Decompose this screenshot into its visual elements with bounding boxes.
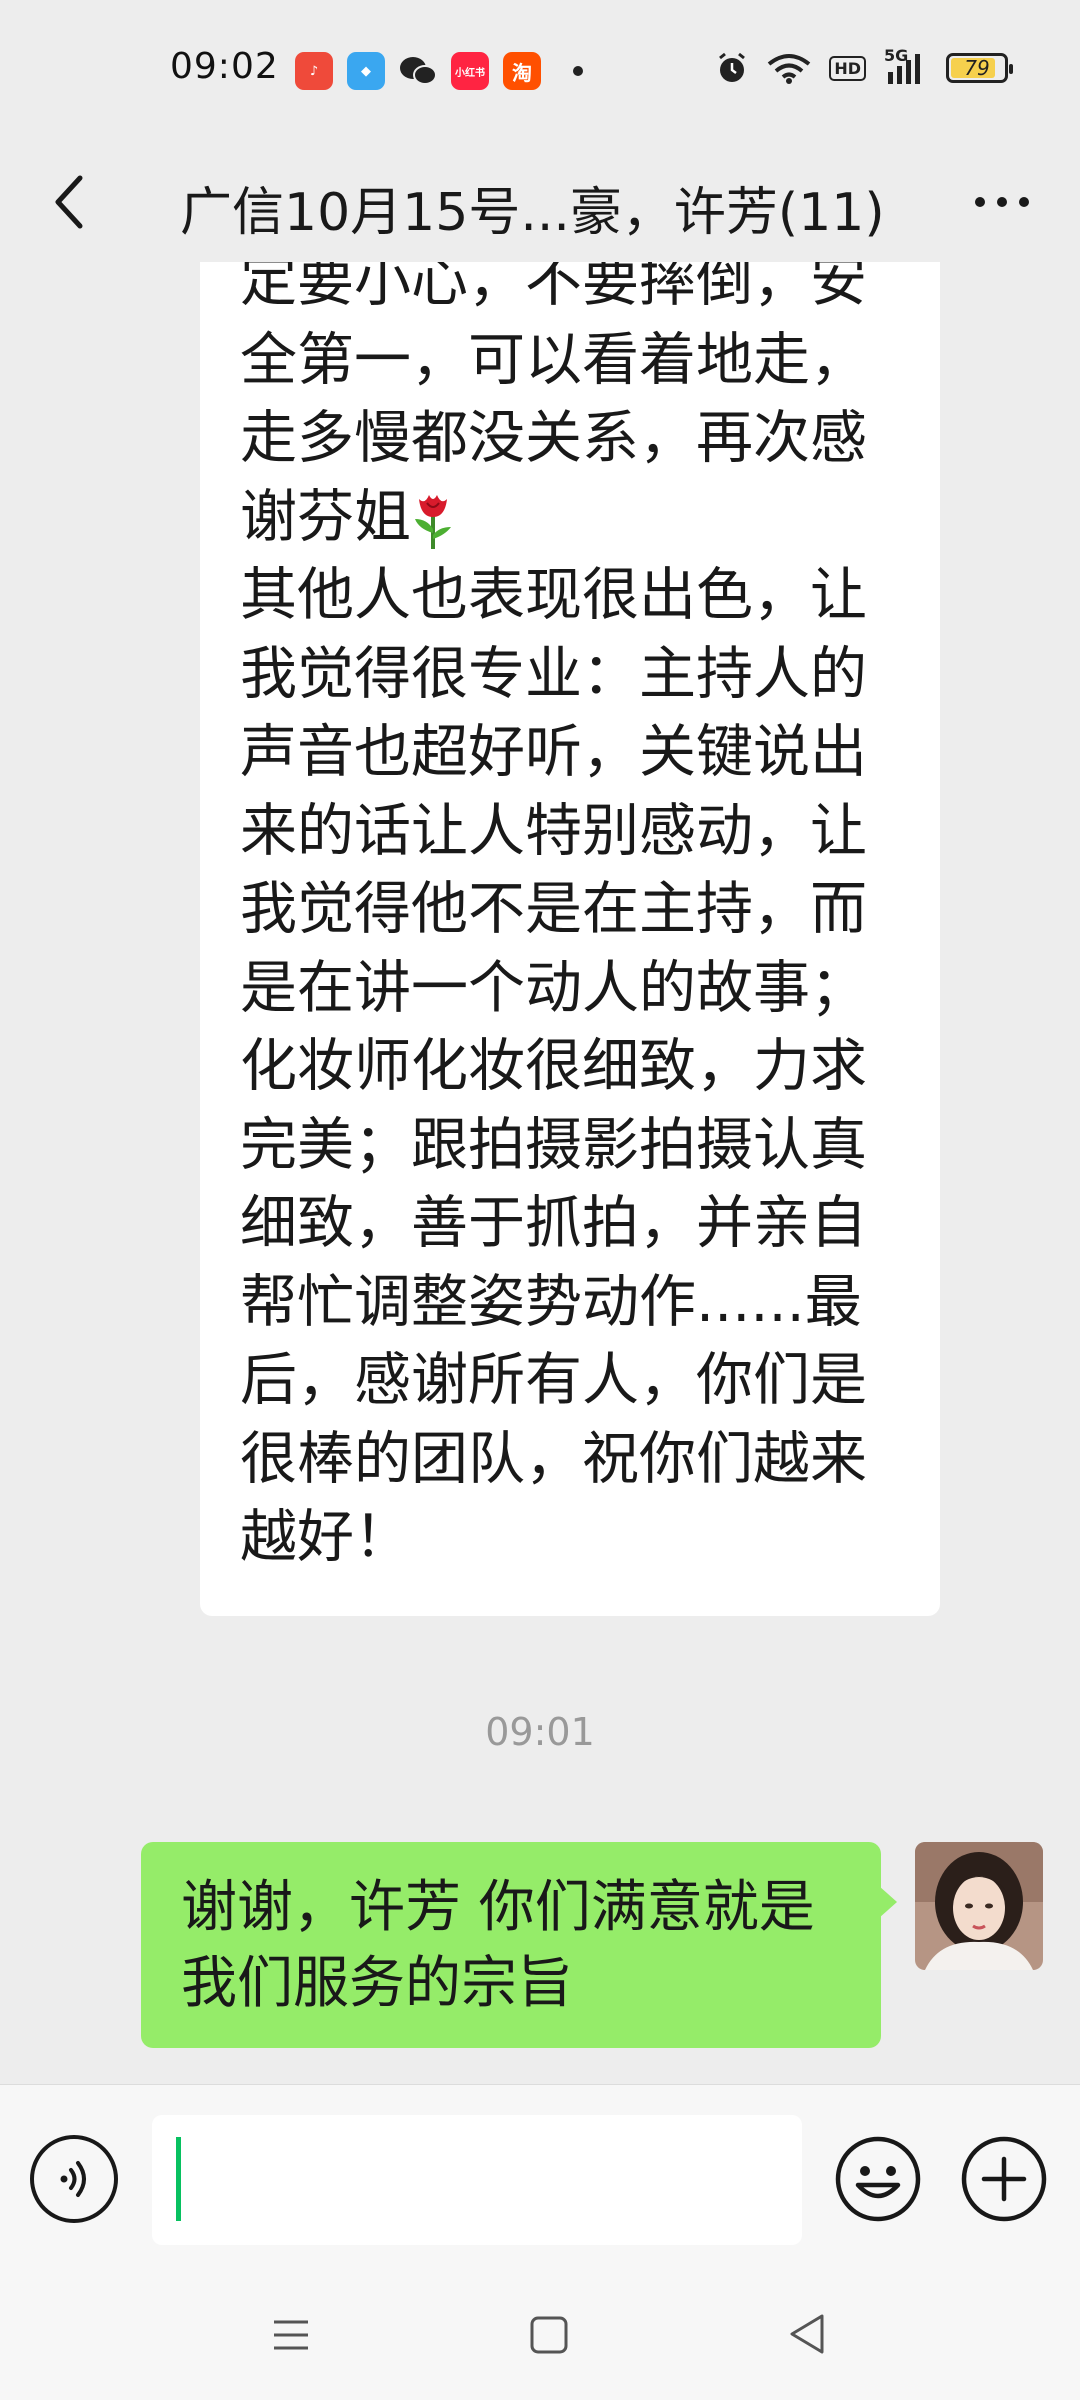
message-line: 来的话让人特别感动，让 <box>240 797 867 864</box>
input-bar <box>0 2084 1080 2271</box>
rose-emoji <box>415 494 451 549</box>
system-status: HD 5G 79 <box>715 46 1013 86</box>
outgoing-message-bubble[interactable]: 谢谢，许芳 你们满意就是 我们服务的宗旨 <box>141 1842 897 2048</box>
plus-icon <box>961 2136 1047 2222</box>
red-book-app-icon: 小红书 <box>451 52 489 90</box>
message-line: 是在讲一个动人的故事； <box>240 954 867 1021</box>
message-line: 化妆师化妆很细致，力求 <box>240 1033 867 1099</box>
status-bar: 09:02 ♪ ◆ 小红书 淘 HD 5G 79 <box>0 0 1080 140</box>
menu-icon[interactable] <box>270 2314 312 2356</box>
message-input[interactable] <box>152 2115 802 2245</box>
avatar[interactable] <box>915 1842 1043 1970</box>
voice-icon <box>60 2161 86 2197</box>
message-timestamp: 09:01 <box>485 1710 595 1754</box>
message-line: 谢芬姐 <box>240 478 904 557</box>
voice-button[interactable] <box>30 2135 118 2223</box>
music-app-icon: ♪ <box>295 52 333 90</box>
signal-icon: 5G <box>884 46 928 86</box>
message-line: 帮忙调整姿势动作......最 <box>240 1268 862 1335</box>
more-button[interactable] <box>952 162 1052 242</box>
message-line: 我们服务的宗旨 <box>181 1951 573 2016</box>
nav-back-icon[interactable] <box>786 2312 828 2356</box>
wifi-icon <box>768 54 811 84</box>
alarm-icon <box>719 52 746 82</box>
message-line: 谢谢，许芳 你们满意就是 <box>181 1875 815 1940</box>
incoming-message-bubble[interactable]: 定要小心，不要摔倒，安 全第一，可以看着地走， 走多慢都没关系，再次感 谢芬姐 … <box>200 262 940 1616</box>
message-line: 完美；跟拍摄影拍摄认真 <box>240 1111 867 1178</box>
blue-app-icon: ◆ <box>347 52 385 90</box>
message-line: 越好！ <box>240 1504 411 1570</box>
wechat-app-icon <box>399 52 437 90</box>
more-notifications-dot <box>573 66 583 76</box>
message-line: 其他人也表现很出色，让 <box>240 562 867 628</box>
message-line: 细致，善于抓拍，并亲自 <box>240 1190 867 1256</box>
message-line: 很棒的团队，祝你们越来 <box>240 1425 867 1492</box>
hd-badge: HD <box>829 55 866 81</box>
message-line: 后，感谢所有人，你们是 <box>240 1347 867 1413</box>
chevron-left-icon <box>55 175 83 229</box>
message-line: 我觉得很专业：主持人的 <box>240 640 867 707</box>
home-icon[interactable] <box>528 2314 570 2356</box>
message-line: 走多慢都没关系，再次感 <box>240 405 867 471</box>
more-icon <box>975 197 1029 207</box>
taobao-app-icon: 淘 <box>503 52 541 90</box>
message-line: 我觉得他不是在主持，而 <box>240 876 867 942</box>
message-list[interactable]: 定要小心，不要摔倒，安 全第一，可以看着地走， 走多慢都没关系，再次感 谢芬姐 … <box>0 262 1080 2084</box>
status-time: 09:02 <box>170 46 279 87</box>
chat-title: 广信10月15号...豪，许芳(11) <box>180 183 885 243</box>
emoji-icon <box>835 2136 921 2222</box>
message-line: 全第一，可以看着地走， <box>240 326 867 393</box>
plus-button[interactable] <box>960 2135 1048 2223</box>
emoji-button[interactable] <box>834 2135 922 2223</box>
message-line: 定要小心，不要摔倒，安 <box>240 262 867 314</box>
back-button[interactable] <box>30 162 110 242</box>
battery-indicator: 79 <box>946 53 1013 83</box>
notification-icons: ♪ ◆ 小红书 淘 <box>295 52 583 90</box>
text-cursor <box>176 2137 181 2221</box>
chat-header: 广信10月15号...豪，许芳(11) <box>0 140 1080 262</box>
incoming-message-text: 定要小心，不要摔倒，安 全第一，可以看着地走， 走多慢都没关系，再次感 谢芬姐 … <box>240 262 904 1577</box>
system-navigation-bar <box>0 2270 1080 2400</box>
message-line: 声音也超好听，关键说出 <box>240 719 867 785</box>
